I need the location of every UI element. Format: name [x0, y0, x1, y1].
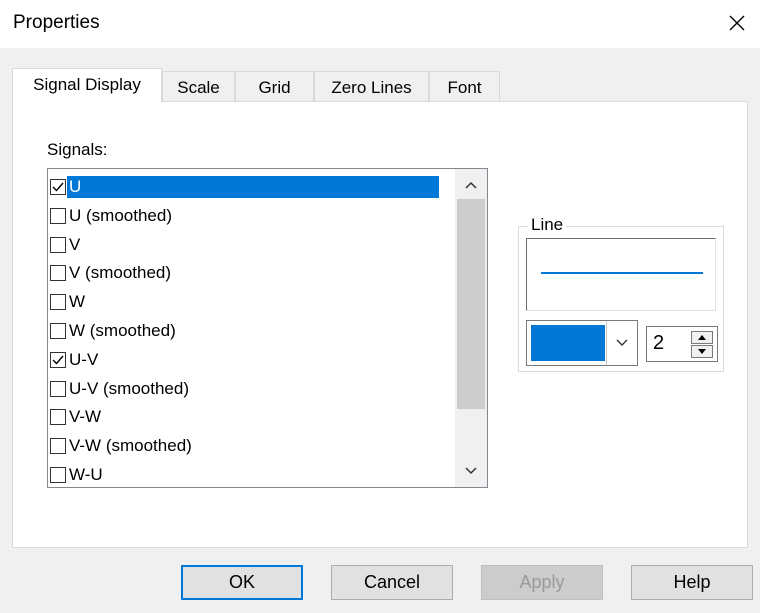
signal-label: V-W — [69, 407, 102, 427]
signal-checkbox[interactable] — [50, 351, 66, 368]
line-width-value[interactable]: 2 — [653, 332, 664, 355]
spin-down-button[interactable] — [691, 345, 713, 358]
signal-label: U-V — [69, 349, 99, 369]
list-item[interactable]: U-V — [50, 346, 450, 374]
signal-checkbox[interactable] — [50, 236, 66, 253]
chevron-down-icon — [465, 467, 477, 475]
color-dropdown-button[interactable] — [606, 321, 637, 365]
list-item[interactable]: U — [50, 173, 450, 201]
signal-label: W — [69, 292, 86, 312]
scroll-thumb[interactable] — [457, 199, 485, 409]
help-button[interactable]: Help — [631, 565, 753, 600]
chevron-down-icon — [616, 339, 628, 346]
color-swatch — [531, 325, 605, 361]
signal-checkbox[interactable] — [50, 265, 66, 282]
list-item[interactable]: W (smoothed) — [50, 317, 450, 345]
line-sample — [541, 272, 703, 274]
list-item[interactable]: U-V (smoothed) — [50, 375, 450, 403]
chevron-up-icon — [465, 181, 477, 189]
tab-font[interactable]: Font — [429, 71, 500, 102]
signal-checkbox[interactable] — [50, 438, 66, 455]
signal-label: U — [67, 176, 439, 198]
triangle-up-icon — [698, 335, 706, 340]
list-item[interactable]: U (smoothed) — [50, 202, 450, 230]
signal-label: W-U — [69, 465, 103, 484]
signal-label: W (smoothed) — [69, 321, 176, 340]
window-title: Properties — [13, 12, 100, 33]
line-width-spinner[interactable]: 2 — [646, 326, 718, 362]
checkmark-icon — [52, 182, 64, 192]
tab-grid[interactable]: Grid — [235, 71, 314, 102]
list-item[interactable]: V (smoothed) — [50, 259, 450, 287]
tab-signal-display[interactable]: Signal Display — [12, 68, 162, 103]
tab-scale[interactable]: Scale — [162, 71, 235, 102]
signal-label: V-W (smoothed) — [69, 436, 192, 456]
checkmark-icon — [52, 355, 64, 365]
signal-checkbox[interactable] — [50, 323, 66, 339]
list-item[interactable]: V — [50, 231, 450, 259]
signal-checkbox[interactable] — [50, 207, 66, 224]
signal-label: U-V (smoothed) — [69, 378, 189, 398]
signals-listbox[interactable]: U U (smoothed) V V (smoothed) W W (smoothed) U… — [47, 168, 488, 488]
scroll-down-button[interactable] — [455, 457, 487, 485]
triangle-down-icon — [698, 349, 706, 354]
cancel-button[interactable]: Cancel — [331, 565, 453, 600]
signal-checkbox[interactable] — [50, 179, 66, 195]
spin-up-button[interactable] — [691, 331, 713, 344]
listbox-scrollbar[interactable] — [455, 169, 487, 487]
scroll-up-button[interactable] — [455, 171, 487, 199]
line-color-dropdown[interactable] — [526, 320, 638, 366]
list-item[interactable]: W-U — [50, 461, 450, 487]
close-icon — [729, 15, 745, 31]
list-item[interactable]: W — [50, 288, 450, 316]
signal-label: V — [69, 234, 81, 254]
signal-checkbox[interactable] — [50, 380, 66, 397]
signal-label: U (smoothed) — [69, 205, 172, 225]
apply-button[interactable]: Apply — [481, 565, 603, 600]
tab-zero-lines[interactable]: Zero Lines — [314, 71, 429, 102]
line-preview — [526, 238, 716, 311]
signal-checkbox[interactable] — [50, 409, 66, 426]
list-item[interactable]: V-W — [50, 403, 450, 431]
signal-checkbox[interactable] — [50, 467, 66, 483]
ok-button[interactable]: OK — [181, 565, 303, 600]
signals-label: Signals: — [47, 140, 108, 159]
title-bar: Properties — [0, 0, 760, 48]
signal-checkbox[interactable] — [50, 294, 66, 311]
list-item[interactable]: V-W (smoothed) — [50, 432, 450, 460]
close-button[interactable] — [714, 0, 760, 46]
line-group-title: Line — [528, 215, 567, 235]
signal-label: V (smoothed) — [69, 263, 172, 283]
